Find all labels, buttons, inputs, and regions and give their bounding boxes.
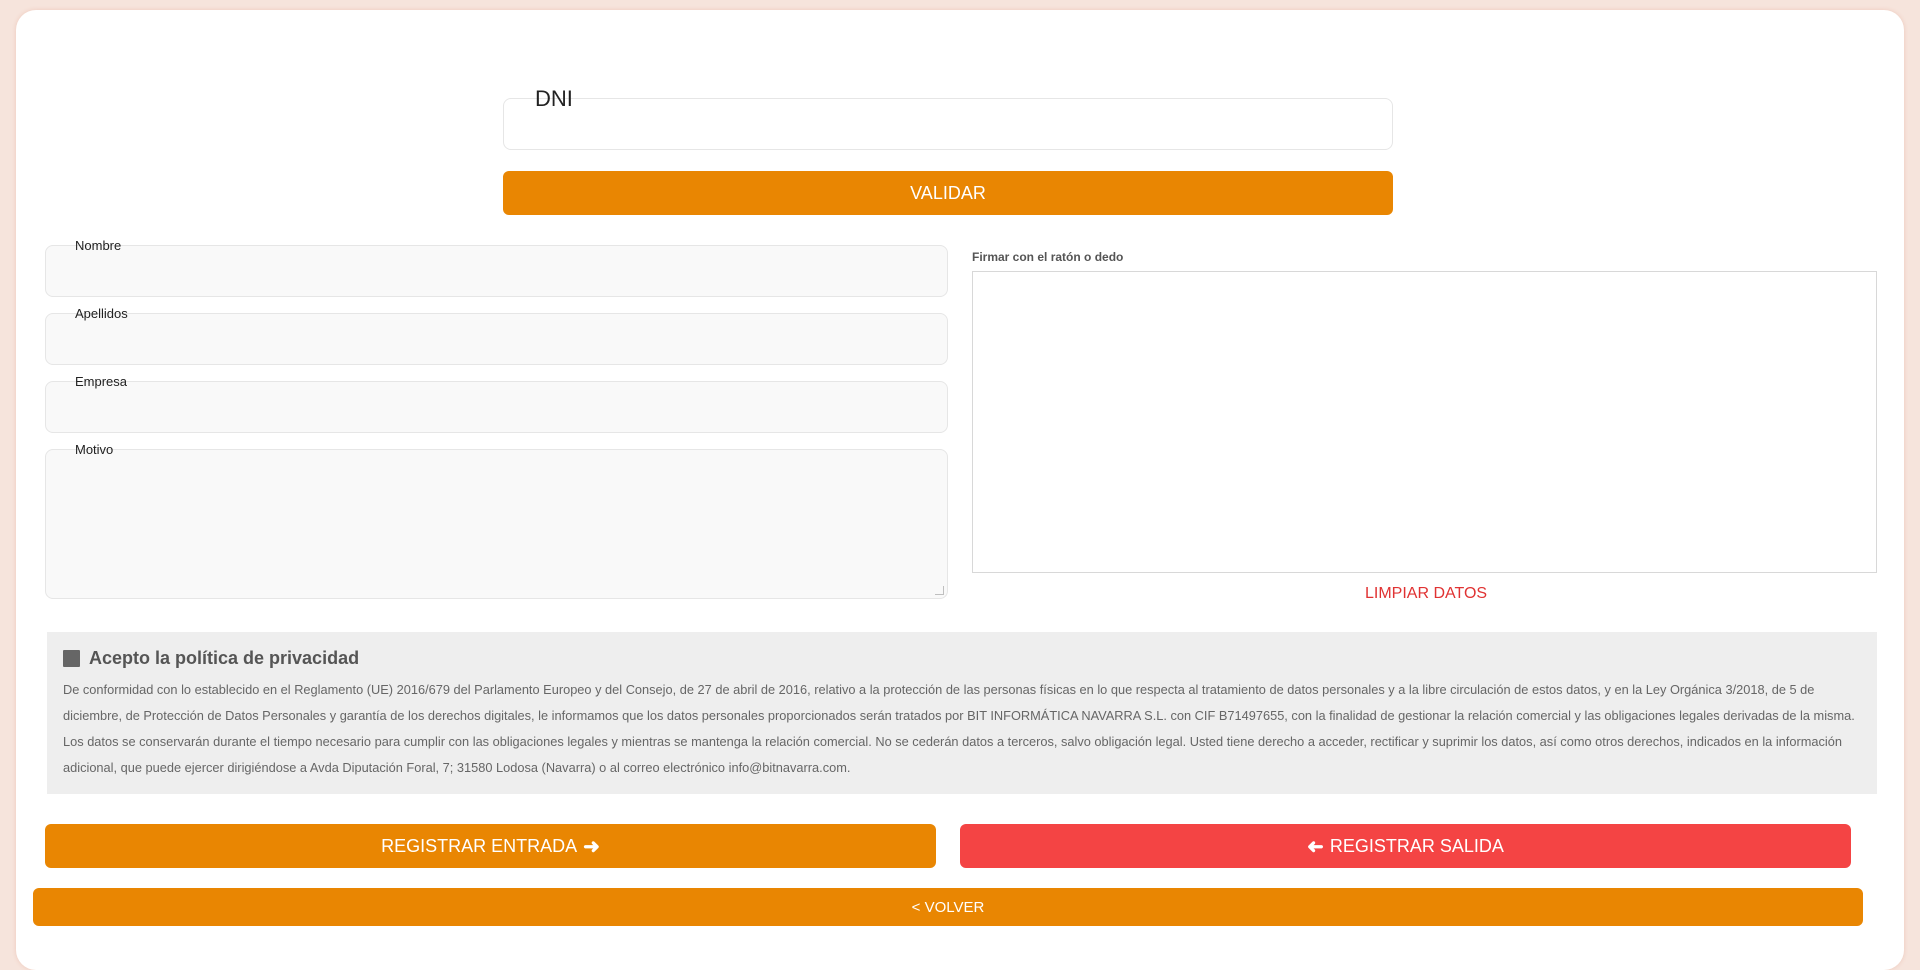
validate-button[interactable]: VALIDAR — [503, 171, 1393, 215]
privacy-checkbox[interactable] — [63, 650, 80, 667]
apellidos-label: Apellidos — [75, 306, 128, 321]
register-exit-label: REGISTRAR SALIDA — [1329, 835, 1504, 856]
privacy-checkbox-label[interactable]: Acepto la política de privacidad — [89, 648, 359, 669]
dni-label: DNI — [535, 86, 573, 111]
apellidos-field[interactable] — [45, 313, 948, 365]
resize-handle-icon[interactable] — [935, 586, 944, 595]
nombre-field[interactable] — [45, 245, 948, 297]
nombre-label: Nombre — [75, 238, 122, 253]
signature-label: Firmar con el ratón o dedo — [972, 250, 1124, 264]
back-button[interactable]: < VOLVER — [33, 888, 1863, 926]
arrow-right-icon: ➜ — [583, 835, 600, 858]
signature-pad[interactable] — [972, 271, 1877, 573]
empresa-field[interactable] — [45, 381, 948, 433]
motivo-textarea[interactable] — [45, 449, 948, 599]
privacy-box: Acepto la política de privacidad De conf… — [47, 632, 1877, 794]
privacy-policy-text: De conformidad con lo establecido en el … — [63, 682, 1855, 775]
empresa-label: Empresa — [75, 374, 128, 389]
register-exit-button[interactable]: ➜ REGISTRAR SALIDA — [960, 824, 1851, 868]
arrow-left-icon: ➜ — [1307, 835, 1324, 858]
clear-data-link[interactable]: LIMPIAR DATOS — [1365, 585, 1487, 603]
register-entry-label: REGISTRAR ENTRADA — [381, 835, 578, 856]
dni-field[interactable] — [503, 98, 1393, 150]
register-entry-button[interactable]: REGISTRAR ENTRADA ➜ — [45, 824, 936, 868]
motivo-label: Motivo — [75, 442, 114, 457]
